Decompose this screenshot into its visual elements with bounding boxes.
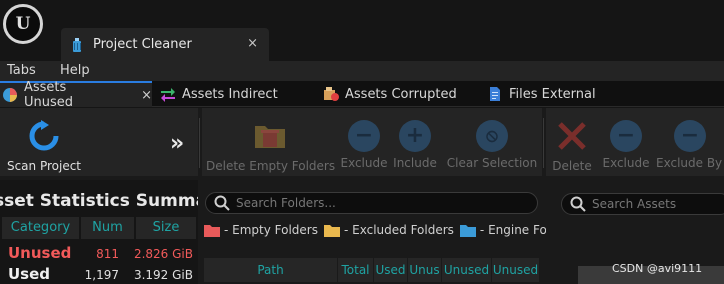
- row-num: 811: [96, 247, 119, 261]
- button-label: Delete Empty Folders: [206, 159, 336, 173]
- plus-icon: +: [399, 120, 431, 152]
- tab-assets-unused[interactable]: Assets Unused ×: [0, 80, 152, 110]
- folder-delete-icon: [255, 126, 285, 148]
- folders-table-header: Path Total Used Unus Unused Unused: [204, 258, 540, 282]
- toolbar-scan: Scan Project: [0, 108, 198, 176]
- menu-help[interactable]: Help: [60, 63, 90, 78]
- watermark-text: CSDN @avi9111: [612, 262, 703, 275]
- column-header-num[interactable]: Num: [81, 217, 134, 239]
- column-header-path[interactable]: Path: [204, 258, 338, 282]
- toolbar-folders: Delete Empty Folders − Exclude + Include…: [202, 108, 542, 176]
- folder-icon: [459, 224, 476, 237]
- tab-label: Assets Indirect: [182, 86, 278, 102]
- pie-chart-icon: [2, 88, 17, 102]
- tab-label: Project Cleaner: [93, 37, 192, 52]
- table-row[interactable]: Unused 811 2.826 GiB: [0, 244, 198, 264]
- column-header-unused[interactable]: Unused: [442, 258, 492, 282]
- column-header-size[interactable]: Size: [136, 217, 196, 239]
- clear-selection-button[interactable]: ⦸ Clear Selection: [446, 120, 538, 170]
- exclude-assets-button[interactable]: − Exclude: [602, 120, 650, 170]
- row-category: Used: [8, 265, 51, 283]
- tab-label: Assets Unused: [23, 80, 73, 110]
- button-label: Exclude By C: [656, 156, 724, 170]
- tab-label: Assets Corrupted: [345, 86, 457, 102]
- divider: [543, 118, 544, 168]
- button-label: Delete: [552, 159, 592, 173]
- folder-legend: - Empty Folders - Excluded Folders - Eng…: [204, 220, 582, 240]
- button-label: Scan Project: [6, 159, 82, 173]
- row-size: 3.192 GiB: [133, 268, 193, 282]
- include-folder-button[interactable]: + Include: [391, 120, 439, 170]
- tab-files-external[interactable]: Files External: [487, 81, 596, 107]
- tab-assets-indirect[interactable]: Assets Indirect: [160, 81, 278, 107]
- toolbar-overflow-icon[interactable]: »: [170, 131, 184, 156]
- button-label: Include: [393, 156, 437, 170]
- table-row[interactable]: Used 1,197 3.192 GiB: [0, 265, 198, 284]
- column-header-unused[interactable]: Unus: [408, 258, 442, 282]
- broom-icon: [73, 37, 81, 52]
- refresh-icon: [29, 120, 59, 151]
- row-num: 1,197: [84, 268, 119, 282]
- delete-x-icon: [558, 122, 586, 150]
- folder-icon: [324, 224, 340, 237]
- title-bar: U Project Cleaner ×: [0, 0, 724, 61]
- statistics-title: sset Statistics Summa: [0, 191, 198, 211]
- row-category: Unused: [8, 244, 72, 262]
- delete-empty-folders-button[interactable]: Delete Empty Folders: [206, 120, 336, 173]
- search-assets-input[interactable]: [592, 197, 722, 211]
- indirect-arrows-icon: [161, 88, 175, 102]
- folder-icon: [204, 224, 220, 237]
- minus-icon: −: [610, 120, 642, 152]
- tab-bar: Assets Unused × Assets Indirect Assets C…: [0, 80, 724, 110]
- minus-icon: −: [348, 120, 380, 152]
- tab-assets-corrupted[interactable]: Assets Corrupted: [323, 81, 457, 107]
- scan-project-button[interactable]: Scan Project: [5, 120, 83, 173]
- button-label: Exclude: [602, 156, 650, 170]
- column-header-category[interactable]: Category: [2, 217, 79, 239]
- exclude-folder-button[interactable]: − Exclude: [339, 120, 389, 170]
- menu-bar: Tabs Help: [0, 61, 724, 81]
- tab-label: Files External: [509, 86, 596, 102]
- corrupted-box-icon: [324, 87, 339, 101]
- ban-icon: ⦸: [476, 120, 508, 152]
- file-icon: [490, 87, 500, 101]
- column-header-total[interactable]: Total: [338, 258, 374, 282]
- unreal-logo-icon[interactable]: U: [3, 4, 43, 44]
- delete-assets-button[interactable]: Delete: [552, 120, 592, 173]
- button-label: Exclude: [340, 156, 388, 170]
- close-icon[interactable]: ×: [247, 36, 258, 51]
- close-icon[interactable]: ×: [141, 88, 152, 103]
- search-icon: [214, 195, 230, 211]
- row-size: 2.826 GiB: [133, 247, 193, 261]
- legend-item-empty: - Empty Folders: [204, 223, 318, 237]
- exclude-by-class-button[interactable]: − Exclude By C: [656, 120, 724, 170]
- legend-item-excluded: - Excluded Folders: [324, 223, 454, 237]
- toolbar-assets: Delete − Exclude − Exclude By C: [546, 108, 724, 176]
- search-icon: [570, 196, 586, 212]
- column-header-used[interactable]: Used: [374, 258, 408, 282]
- tab-project-cleaner[interactable]: Project Cleaner ×: [61, 28, 269, 61]
- divider: [199, 118, 200, 168]
- search-folders-field[interactable]: [205, 192, 538, 214]
- statistics-header: Category Num Size: [0, 217, 198, 239]
- button-label: Clear Selection: [446, 156, 538, 170]
- search-folders-input[interactable]: [236, 196, 486, 210]
- search-assets-field[interactable]: [561, 193, 724, 215]
- menu-tabs[interactable]: Tabs: [7, 63, 36, 78]
- minus-icon: −: [674, 120, 706, 152]
- column-header-unused[interactable]: Unused: [492, 258, 540, 282]
